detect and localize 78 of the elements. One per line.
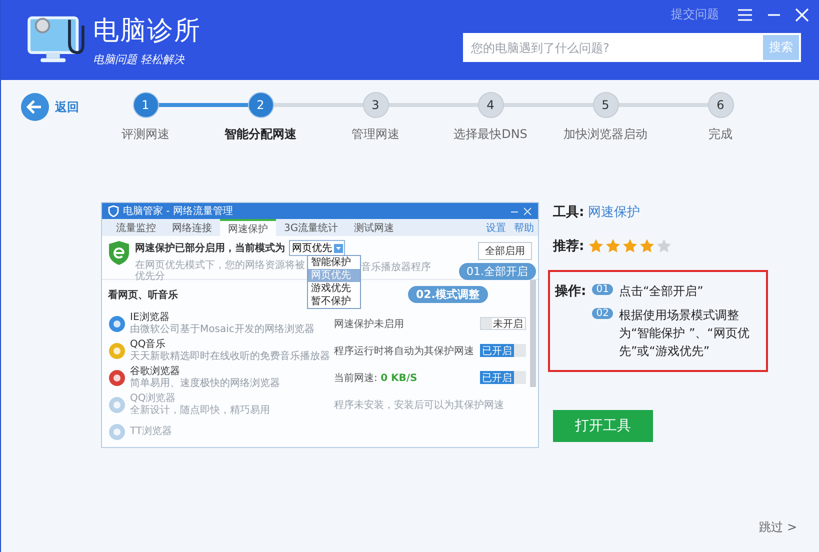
app-description: 由微软公司基于Mosaic开发的网络浏览器 (130, 324, 314, 334)
app-icon (108, 368, 126, 386)
menu-icon[interactable] (737, 8, 753, 22)
scrollbar[interactable] (530, 280, 536, 387)
step-label: 完成 (708, 126, 732, 143)
tab[interactable]: 网络连接 (164, 219, 220, 236)
status-description: 音乐播放器程序 (361, 260, 431, 275)
shield-icon (108, 205, 119, 217)
toggle-switch[interactable]: 已开启 (480, 371, 526, 384)
tool-link[interactable]: 网速保护 (588, 203, 640, 221)
step-label: 管理网速 (352, 126, 400, 143)
shield-e-icon (108, 240, 130, 266)
step-label: 评测网速 (122, 126, 170, 143)
close-icon[interactable] (523, 206, 532, 216)
tab[interactable]: 测试网速 (346, 219, 402, 236)
step-number: 6 (708, 92, 734, 118)
instructions-label: 操作: (555, 283, 586, 301)
app-title: 电脑诊所 (93, 15, 201, 48)
instruction-text: 点击“全部开启” (618, 283, 704, 300)
rating-label: 推荐: (553, 238, 584, 255)
dropdown-option[interactable]: 暂不保护 (308, 295, 360, 308)
dropdown-option[interactable]: 游戏优先 (308, 282, 360, 295)
step-number: 5 (592, 92, 618, 118)
step-number: 2 (248, 92, 274, 118)
app-icon (108, 396, 126, 414)
app-icon (108, 342, 126, 360)
speed-value: 0 KB/S (380, 372, 418, 384)
section-title: 看网页、听音乐 (108, 288, 178, 302)
app-name: TT浏览器 (130, 426, 172, 436)
app-name: QQ浏览器 (130, 392, 176, 404)
tab[interactable]: 网速保护 (220, 219, 276, 236)
skip-link[interactable]: 跳过 > (759, 519, 797, 536)
toggle-switch[interactable]: 未开启 (480, 317, 526, 330)
header-link[interactable]: 帮助 (510, 219, 538, 236)
submit-question-link[interactable]: 提交问题 (671, 6, 719, 23)
app-description: 简单易用、速度极快的网络浏览器 (130, 378, 280, 388)
star-icon (588, 238, 604, 254)
star-icon (605, 238, 622, 254)
protection-status: 网速保护未启用 (334, 318, 404, 330)
mode-dropdown[interactable]: 网页优先 (289, 240, 345, 256)
enable-all-button[interactable]: 全部启用 (478, 242, 532, 260)
callout-bubble: 01.全部开启 (458, 263, 536, 280)
star-icon (622, 238, 638, 254)
callout-bubble: 02.模式调整 (408, 286, 488, 303)
caret-icon (334, 244, 343, 252)
step-label: 选择最快DNS (454, 126, 528, 143)
tool-label: 工具: (553, 204, 584, 221)
app-slogan: 电脑问题 轻松解决 (93, 52, 186, 67)
app-name: 谷歌浏览器 (130, 366, 180, 376)
window-title: 电脑管家 - 网络流量管理 (123, 204, 233, 218)
dropdown-option[interactable]: 智能保护 (308, 256, 360, 269)
app-description: 天天新歌精选即时在线收听的免费音乐播放器 (130, 350, 330, 362)
step-label: 智能分配网速 (224, 126, 296, 143)
step-badge: 02 (592, 308, 613, 319)
instruction-text: 根据使用场景模式调整为“智能保护 ”、“网页优先”或“游戏优先” (618, 307, 750, 360)
tab[interactable]: 3G流量统计 (276, 219, 346, 236)
status-description: 在网页优先模式下，您的网络资源将被优先分 (135, 260, 305, 282)
tab[interactable]: 流量监控 (108, 219, 164, 236)
toggle-switch[interactable]: 已开启 (480, 344, 526, 357)
back-button[interactable]: 返回 (21, 93, 113, 121)
star-icon (639, 238, 656, 254)
status-title: 网速保护已部分启用，当前模式为 (135, 241, 285, 255)
star-icon (656, 238, 672, 254)
app-icon (108, 314, 126, 332)
header-link[interactable]: 设置 (482, 219, 510, 236)
step-badge: 01 (592, 284, 613, 295)
open-tool-button[interactable]: 打开工具 (553, 410, 653, 442)
step-number: 1 (132, 92, 158, 118)
protection-status: 程序未安装，安装后可以为其保护网速 (334, 400, 504, 410)
protection-status: 当前网速: (334, 372, 378, 384)
step-number: 4 (478, 92, 504, 118)
step-label: 加快浏览器启动 (564, 126, 648, 143)
app-icon (108, 422, 126, 440)
app-description: 全新设计，随点即快，精巧易用 (130, 404, 270, 416)
protection-status: 程序运行时将自动为其保护网速 (334, 346, 474, 356)
app-name: IE浏览器 (130, 312, 170, 322)
step-number: 3 (362, 92, 388, 118)
app-name: QQ音乐 (130, 338, 166, 350)
